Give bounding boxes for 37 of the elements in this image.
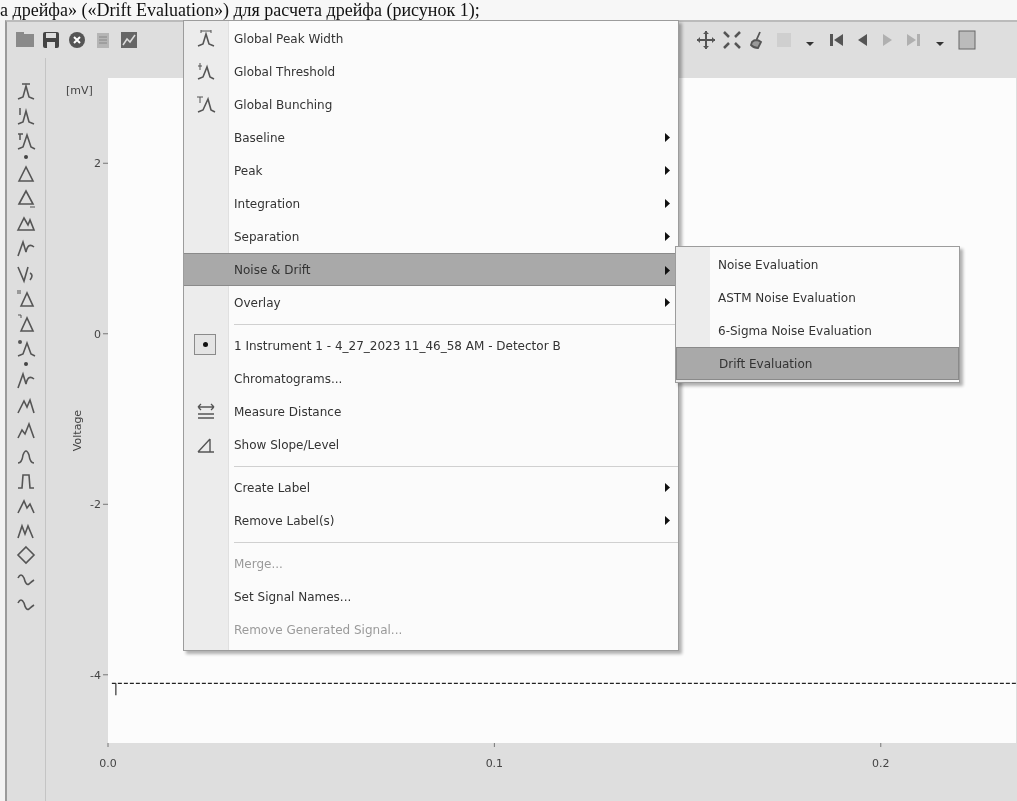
x-tick: 0.2 bbox=[872, 742, 890, 770]
menu-item[interactable]: Global Bunching bbox=[184, 88, 678, 121]
y-axis-title: Voltage bbox=[71, 409, 84, 452]
x-tick-label: 0.2 bbox=[872, 757, 890, 770]
y-tick: -2 bbox=[90, 498, 109, 512]
menu-item[interactable]: ASTM Noise Evaluation bbox=[676, 281, 959, 314]
menu-item[interactable]: 6-Sigma Noise Evaluation bbox=[676, 314, 959, 347]
menu-item[interactable]: Global Peak Width bbox=[184, 22, 678, 55]
y-tick-label: -2 bbox=[90, 498, 101, 512]
menu-item[interactable]: Separation bbox=[184, 220, 678, 253]
document-caption: а дрейфа» («Drift Evaluation») для расчета дрейфа (рисунок 1); bbox=[0, 0, 480, 20]
menu-item[interactable]: Show Slope/Level bbox=[184, 428, 678, 461]
x-tick-label: 0.0 bbox=[99, 757, 117, 770]
menu-item[interactable]: Overlay bbox=[184, 286, 678, 319]
menu-item[interactable]: Peak bbox=[184, 154, 678, 187]
menu-item[interactable]: Drift Evaluation bbox=[676, 347, 959, 380]
menu-item[interactable]: Baseline bbox=[184, 121, 678, 154]
y-unit: [mV] bbox=[66, 84, 93, 97]
x-tick: 0.1 bbox=[485, 742, 504, 770]
menu-item[interactable]: 1 Instrument 1 - 4_27_2023 11_46_58 AM - Detector B bbox=[184, 329, 678, 362]
menu-item[interactable]: Integration bbox=[184, 187, 678, 220]
y-tick-label: 2 bbox=[94, 157, 101, 171]
menu-item[interactable]: Chromatograms... bbox=[184, 362, 678, 395]
menu-item[interactable]: Noise & Drift bbox=[184, 253, 678, 286]
y-tick-label: -4 bbox=[90, 668, 101, 682]
y-tick-label: 0 bbox=[94, 327, 101, 341]
menu-item[interactable]: Global Threshold bbox=[184, 55, 678, 88]
x-tick: 0.0 bbox=[99, 742, 117, 770]
menu-item[interactable]: Remove Label(s) bbox=[184, 504, 678, 537]
menu-item[interactable]: Create Label bbox=[184, 471, 678, 504]
y-tick: 2 bbox=[94, 157, 109, 171]
y-tick: -4 bbox=[90, 668, 109, 682]
y-tick: 0 bbox=[94, 327, 109, 341]
menu-item[interactable]: Set Signal Names... bbox=[184, 580, 678, 613]
menu-item[interactable]: Measure Distance bbox=[184, 395, 678, 428]
x-tick-label: 0.1 bbox=[485, 757, 504, 770]
menu-item[interactable]: Noise Evaluation bbox=[676, 248, 959, 281]
